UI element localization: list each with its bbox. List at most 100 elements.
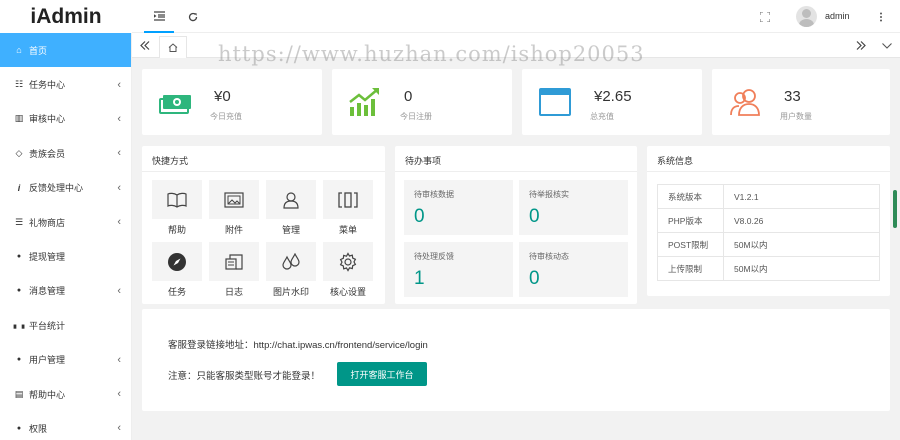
todo-item-pending-feedback[interactable]: 待处理反馈 1 [404,242,513,297]
user-lock-icon: ● [16,424,22,432]
sidebar-item-users[interactable]: ● 用户管理 ‹ [0,343,131,377]
book-icon [167,192,187,208]
shortcut-logs[interactable]: 日志 [209,242,259,298]
sidebar-item-label: 提现管理 [29,252,66,263]
panel-title: 系统信息 [657,156,694,166]
todo-label: 待处理反馈 [414,252,454,261]
todo-value: 0 [529,268,540,289]
sidebar-item-label: 贵族会员 [29,148,66,159]
shortcut-label: 日志 [224,287,243,297]
shortcut-core-settings[interactable]: 核心设置 [323,242,373,298]
compass-icon [168,252,186,271]
sidebar-item-feedback[interactable]: i 反馈处理中心 ‹ [0,171,131,205]
tab-scroll-right-button[interactable] [848,33,874,58]
todo-item-pending-reports[interactable]: 待举报核实 0 [519,180,628,235]
stat-card-today-recharge: ¥0 今日充值 [142,69,322,135]
sidebar-item-label: 审核中心 [29,114,66,125]
divider [395,171,637,172]
user-name[interactable]: admin [825,0,850,33]
double-chevron-right-icon [856,41,866,50]
more-vertical-icon [880,12,882,21]
sidebar-item-label: 首页 [29,45,48,56]
todo-label: 待举报核实 [529,190,569,199]
home-icon [168,43,178,52]
sidebar-item-help[interactable]: ▤ 帮助中心 ‹ [0,377,131,411]
info-key: 上传限制 [657,256,724,281]
image-icon [224,191,244,208]
panel-title: 待办事项 [405,156,442,166]
shortcut-tasks[interactable]: 任务 [152,242,202,298]
info-key: 系统版本 [657,184,724,209]
sidebar-item-review[interactable]: ▥ 审核中心 ‹ [0,102,131,136]
columns-icon [338,191,358,208]
todo-value: 1 [414,268,425,289]
stat-value: ¥0 [214,88,231,105]
stat-label: 总充值 [590,112,614,121]
gear-icon [339,251,357,272]
sidebar-item-messages[interactable]: ● 消息管理 ‹ [0,274,131,308]
todo-item-pending-posts[interactable]: 待审核动态 0 [519,242,628,297]
database-icon: ☰ [14,216,24,227]
shortcut-image-watermark[interactable]: 图片水印 [266,242,316,298]
tab-scroll-left-button[interactable] [132,33,158,58]
shortcuts-panel: 快捷方式 帮助 附件 管理 菜单 任务 日志 图片水印 核心设置 [142,146,385,304]
tab-dropdown-button[interactable] [874,33,900,58]
fullscreen-button[interactable] [750,0,780,33]
sidebar-item-label: 反馈处理中心 [29,183,84,194]
shortcut-label: 帮助 [167,225,186,235]
info-value: 50M以内 [723,256,880,281]
chevron-down-icon [882,42,892,49]
shortcut-label: 管理 [281,225,300,235]
sidebar-item-home[interactable]: ⌂ 首页 [0,33,131,68]
sidebar-item-withdraw[interactable]: ● 提现管理 [0,239,131,273]
users-icon [730,89,760,116]
refresh-button[interactable] [178,0,208,33]
sidebar-item-statistics[interactable]: ▖▗ 平台统计 [0,308,131,342]
stat-label: 用户数量 [780,112,812,121]
shortcut-label: 核心设置 [329,287,366,297]
customer-service-panel: 客服登录链接地址：http://chat.ipwas.cn/frontend/s… [142,309,890,411]
tab-home[interactable] [159,36,187,58]
shortcut-menu[interactable]: 菜单 [323,180,373,236]
stat-value: 33 [784,88,801,105]
chevron-left-icon: ‹ [117,181,121,194]
sidebar-toggle-button[interactable] [144,0,174,33]
shortcut-label: 图片水印 [272,287,309,297]
todo-label: 待审核数据 [414,190,454,199]
chevron-left-icon: ‹ [117,387,121,400]
growth-chart-icon [349,88,379,116]
shortcut-attachments[interactable]: 附件 [209,180,259,236]
browser-window-icon [539,88,571,116]
shortcut-admin[interactable]: 管理 [266,180,316,236]
avatar[interactable] [796,6,817,27]
info-key: POST限制 [657,232,724,257]
watermark-text: https://www.huzhan.com/ishop20053 [218,42,645,66]
open-service-workbench-button[interactable]: 打开客服工作台 [337,362,427,386]
todo-item-pending-data[interactable]: 待审核数据 0 [404,180,513,235]
sidebar-item-vip[interactable]: ◇ 贵族会员 ‹ [0,136,131,170]
fullscreen-icon [760,11,770,22]
drops-icon [282,252,300,270]
page-scrollbar[interactable] [893,190,897,228]
top-header: admin [132,0,900,33]
sidebar-item-gift-shop[interactable]: ☰ 礼物商店 ‹ [0,205,131,239]
service-login-link[interactable]: 客服登录链接地址：http://chat.ipwas.cn/frontend/s… [168,337,428,351]
user-icon: ● [16,356,22,364]
shortcut-help[interactable]: 帮助 [152,180,202,236]
todo-value: 0 [414,206,425,227]
sidebar-item-tasks[interactable]: ☷ 任务中心 ‹ [0,67,131,101]
sidebar-item-label: 礼物商店 [29,217,66,228]
sidebar-item-label: 用户管理 [29,355,66,366]
chevron-left-icon: ‹ [117,284,121,297]
columns-icon: ▥ [14,113,24,124]
table-row: 系统版本 V1.2.1 [657,184,880,209]
refresh-icon [188,12,198,21]
system-info-table: 系统版本 V1.2.1 PHP版本 V8.0.26 POST限制 50M以内 上… [657,184,880,281]
stat-card-total-recharge: ¥2.65 总充值 [522,69,702,135]
chevron-left-icon: ‹ [117,353,121,366]
more-menu-button[interactable] [866,0,896,33]
chevron-left-icon: ‹ [117,78,121,91]
sidebar-item-permissions[interactable]: ● 权限 ‹ [0,411,131,440]
stat-value: ¥2.65 [594,88,632,105]
chevron-left-icon: ‹ [117,215,121,228]
